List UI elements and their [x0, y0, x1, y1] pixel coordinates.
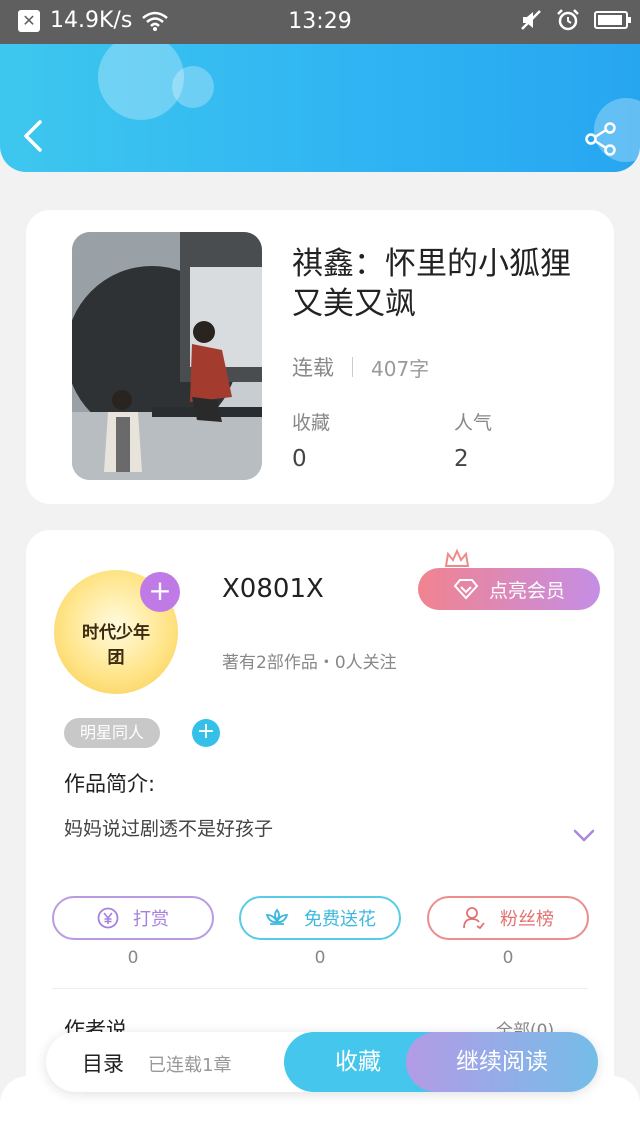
- favorite-label: 收藏: [335, 1049, 381, 1075]
- fans-count: 0: [502, 948, 514, 968]
- share-icon[interactable]: [584, 122, 618, 156]
- chapter-status: 已连载1章: [148, 1055, 232, 1076]
- avatar-caption: 时代少年团: [82, 623, 150, 668]
- diamond-icon: [453, 579, 479, 600]
- reward-button[interactable]: 打赏: [52, 896, 214, 940]
- flower-icon: [265, 908, 289, 925]
- alarm-icon: [557, 9, 579, 31]
- book-meta: 连载 407字: [292, 352, 429, 382]
- serial-status: 连载: [292, 356, 334, 380]
- fan-ranking-label: 粉丝榜: [500, 909, 554, 930]
- popularity-label: 人气: [454, 412, 493, 434]
- popularity-count: 2: [454, 446, 469, 472]
- decor-bubble: [98, 44, 184, 120]
- vip-button[interactable]: 点亮会员: [418, 568, 600, 610]
- send-flower-label: 免费送花: [304, 909, 376, 930]
- fans-icon: [463, 907, 485, 930]
- follow-author-button[interactable]: +: [140, 572, 180, 612]
- header-banner: [0, 44, 640, 172]
- book-info-card: 祺鑫：怀里的小狐狸又美又飒 连载 407字 收藏 0 人气 2: [26, 210, 614, 504]
- decor-bubble-small: [172, 66, 214, 108]
- reward-count: 0: [127, 948, 139, 968]
- crown-icon: [444, 548, 470, 567]
- vip-label: 点亮会员: [488, 579, 565, 602]
- section-divider: [52, 988, 588, 989]
- genre-tag[interactable]: 明星同人: [64, 718, 160, 748]
- book-title: 祺鑫：怀里的小狐狸又美又飒: [292, 246, 571, 322]
- intro-heading: 作品简介:: [64, 772, 156, 796]
- author-meta: 著有2部作品・0人关注: [222, 653, 397, 673]
- battery-icon: [594, 11, 631, 29]
- author-name[interactable]: X0801X: [222, 574, 324, 604]
- chevron-down-icon[interactable]: [572, 828, 596, 844]
- status-right: [520, 8, 631, 32]
- chevron-left-icon[interactable]: [18, 116, 50, 156]
- fan-ranking-button[interactable]: 粉丝榜: [427, 896, 589, 940]
- reward-label: 打赏: [133, 909, 169, 930]
- continue-reading-button[interactable]: 继续阅读: [406, 1032, 598, 1092]
- favorites-label: 收藏: [292, 412, 331, 434]
- mute-icon: [521, 10, 541, 30]
- intro-text: 妈妈说过剧透不是好孩子: [64, 818, 274, 840]
- add-tag-button[interactable]: +: [192, 719, 220, 747]
- toc-button[interactable]: 目录: [82, 1048, 124, 1078]
- send-flower-button[interactable]: 免费送花: [239, 896, 401, 940]
- yen-icon: [97, 907, 119, 929]
- word-count: 407字: [371, 356, 430, 381]
- favorites-count: 0: [292, 446, 307, 472]
- bottom-action-bar: 目录 已连载1章 收藏 继续阅读: [46, 1032, 598, 1092]
- continue-reading-label: 继续阅读: [456, 1049, 548, 1075]
- book-cover-image[interactable]: [72, 232, 262, 480]
- flower-count: 0: [314, 948, 326, 968]
- status-bar: ✕ 14.9K/s 13:29: [0, 0, 640, 44]
- meta-divider: [352, 357, 353, 377]
